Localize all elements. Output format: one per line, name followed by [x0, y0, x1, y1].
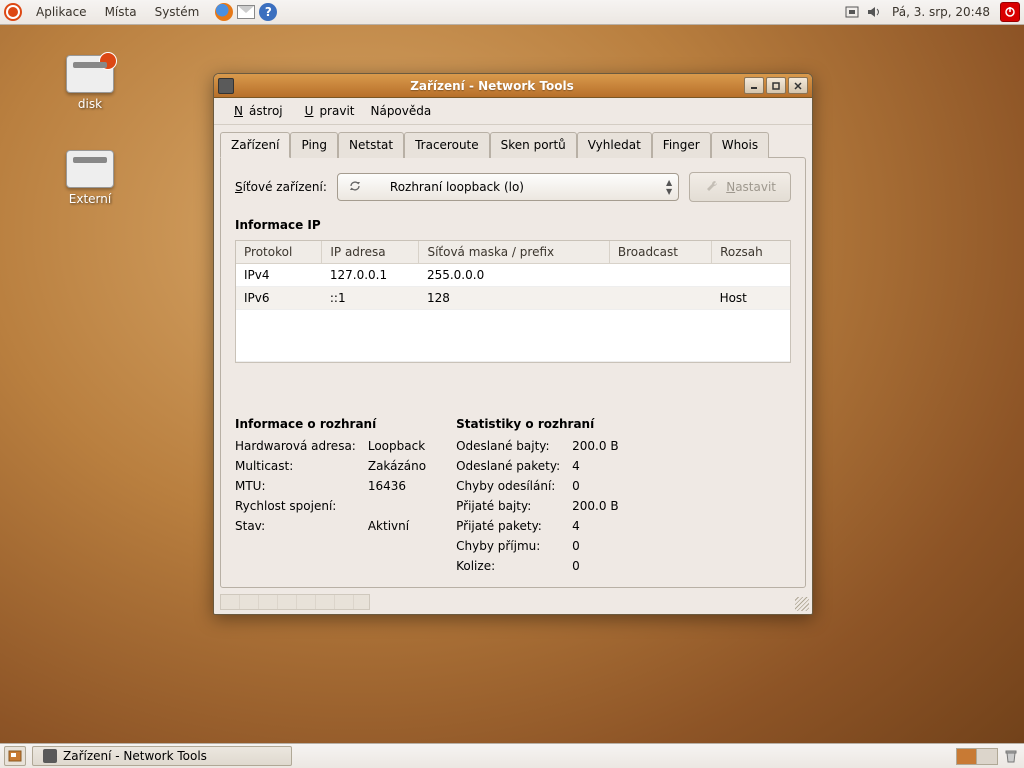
close-button[interactable]: [788, 77, 808, 94]
tab-lookup[interactable]: Vyhledat: [577, 132, 652, 158]
combo-value: Rozhraní loopback (lo): [390, 180, 524, 194]
tab-traceroute[interactable]: Traceroute: [404, 132, 490, 158]
device-label: Síťové zařízení:: [235, 180, 327, 194]
bottom-panel: Zařízení - Network Tools: [0, 743, 1024, 768]
minimize-button[interactable]: [744, 77, 764, 94]
menubar: Nástroj Upravit Nápověda: [214, 98, 812, 125]
app-icon: [218, 78, 234, 94]
clock[interactable]: Pá, 3. srp, 20:48: [888, 5, 994, 19]
stats-heading: Statistiky o rozhraní: [456, 417, 618, 431]
firefox-icon[interactable]: [215, 3, 233, 21]
menu-help[interactable]: Nápověda: [364, 102, 437, 120]
taskbar-button-network-tools[interactable]: Zařízení - Network Tools: [32, 746, 292, 766]
maximize-button[interactable]: [766, 77, 786, 94]
desktop-icon-external[interactable]: Externí: [50, 150, 130, 206]
network-tools-window: Zařízení - Network Tools Nástroj Upravit…: [213, 73, 813, 615]
desktop-icon-label: disk: [50, 97, 130, 111]
tab-portscan[interactable]: Sken portů: [490, 132, 577, 158]
shutdown-button[interactable]: [1000, 2, 1020, 22]
tab-ping[interactable]: Ping: [290, 132, 338, 158]
table-row[interactable]: IPv6 ::1 128 Host: [236, 287, 790, 310]
help-icon[interactable]: ?: [259, 3, 277, 21]
tab-netstat[interactable]: Netstat: [338, 132, 404, 158]
update-icon[interactable]: [844, 4, 860, 20]
resize-grip[interactable]: [795, 597, 809, 611]
menu-system[interactable]: Systém: [147, 2, 208, 22]
workspace-1[interactable]: [957, 749, 977, 764]
mail-icon[interactable]: [237, 5, 255, 19]
menu-tool[interactable]: Nástroj: [222, 102, 289, 120]
tab-devices[interactable]: Zařízení: [220, 132, 290, 158]
tabbar: Zařízení Ping Netstat Traceroute Sken po…: [214, 125, 812, 157]
menu-edit[interactable]: Upravit: [293, 102, 361, 120]
workspace-2[interactable]: [977, 749, 997, 764]
iface-stats: Odeslané bajty:200.0 B Odeslané pakety:4…: [456, 439, 618, 573]
desktop-icon-disk[interactable]: disk: [50, 55, 130, 111]
tab-content: Síťové zařízení: Rozhraní loopback (lo) …: [220, 157, 806, 588]
col-broadcast[interactable]: Broadcast: [609, 241, 711, 264]
workspace-switcher[interactable]: [956, 748, 998, 765]
col-protocol[interactable]: Protokol: [236, 241, 322, 264]
col-scope[interactable]: Rozsah: [712, 241, 790, 264]
desktop-icon-label: Externí: [50, 192, 130, 206]
chevron-updown-icon: ▲▼: [666, 178, 672, 196]
table-row[interactable]: IPv4 127.0.0.1 255.0.0.0: [236, 264, 790, 287]
col-ipaddress[interactable]: IP adresa: [322, 241, 419, 264]
tab-whois[interactable]: Whois: [711, 132, 769, 158]
iface-info-heading: Informace o rozhraní: [235, 417, 426, 431]
iface-info: Hardwarová adresa:Loopback Multicast:Zak…: [235, 439, 426, 533]
device-combo[interactable]: Rozhraní loopback (lo) ▲▼: [337, 173, 679, 201]
volume-icon[interactable]: [866, 4, 882, 20]
ip-info-heading: Informace IP: [235, 218, 791, 232]
tab-finger[interactable]: Finger: [652, 132, 711, 158]
wrench-icon: [704, 179, 720, 195]
app-icon: [43, 749, 57, 763]
trash-icon[interactable]: [1002, 747, 1020, 765]
menu-places[interactable]: Místa: [97, 2, 145, 22]
ip-table: Protokol IP adresa Síťová maska / prefix…: [235, 240, 791, 363]
top-panel: Aplikace Místa Systém ? Pá, 3. srp, 20:4…: [0, 0, 1024, 25]
configure-button[interactable]: Nastavit: [689, 172, 791, 202]
ubuntu-logo-icon[interactable]: [4, 3, 22, 21]
menu-applications[interactable]: Aplikace: [28, 2, 95, 22]
drive-icon: [66, 55, 114, 93]
refresh-icon: [348, 179, 362, 196]
status-segments: [220, 594, 370, 610]
drive-icon: [66, 150, 114, 188]
window-title: Zařízení - Network Tools: [240, 79, 744, 93]
titlebar[interactable]: Zařízení - Network Tools: [214, 74, 812, 98]
show-desktop-button[interactable]: [4, 746, 26, 766]
col-netmask[interactable]: Síťová maska / prefix: [419, 241, 609, 264]
